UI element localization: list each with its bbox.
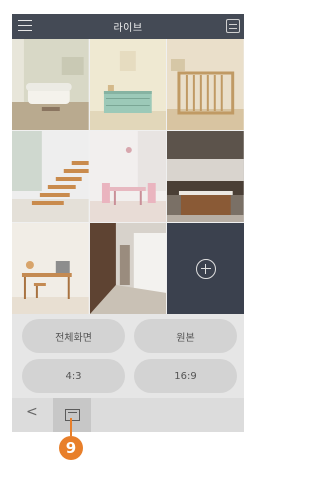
staircase-image [12,131,89,222]
camera-thumbnail-study[interactable] [12,223,89,314]
callout-badge: 9 [59,436,83,460]
original-button[interactable]: 원본 [134,319,237,353]
camera-thumbnail-kitchen[interactable] [167,131,244,222]
dresser-image [89,39,167,130]
study-image [12,223,89,314]
camera-thumbnail-staircase[interactable] [12,131,89,222]
camera-thumbnail-crib[interactable] [167,39,244,130]
bottom-bar: < [12,398,244,432]
callout-line [70,418,72,436]
ratio-16-9-button[interactable]: 16:9 [134,359,237,393]
phone-screen: 라이브 전체화면 원본 4:3 16:9 < [12,14,244,432]
page-title: 라이브 [113,23,143,34]
camera-thumbnail-dining[interactable] [89,131,167,222]
layout-icon[interactable] [226,19,240,33]
plus-circle-icon [195,258,216,279]
screen-mode-button[interactable] [53,398,91,432]
camera-grid [12,39,244,314]
dining-image [89,131,167,222]
view-controls: 전체화면 원본 4:3 16:9 [12,314,244,398]
add-camera-button[interactable] [167,223,244,314]
top-bar: 라이브 [12,14,244,39]
kitchen-image [167,131,244,222]
crib-image [167,39,244,130]
camera-thumbnail-hallway[interactable] [89,223,167,314]
fullscreen-button[interactable]: 전체화면 [22,319,125,353]
ratio-4-3-button[interactable]: 4:3 [22,359,125,393]
camera-thumbnail-dresser[interactable] [89,39,167,130]
living-room-image [12,39,89,130]
screen-icon [64,409,80,421]
hallway-image [89,223,167,314]
back-button[interactable]: < [26,404,38,420]
camera-thumbnail-living-room[interactable] [12,39,89,130]
